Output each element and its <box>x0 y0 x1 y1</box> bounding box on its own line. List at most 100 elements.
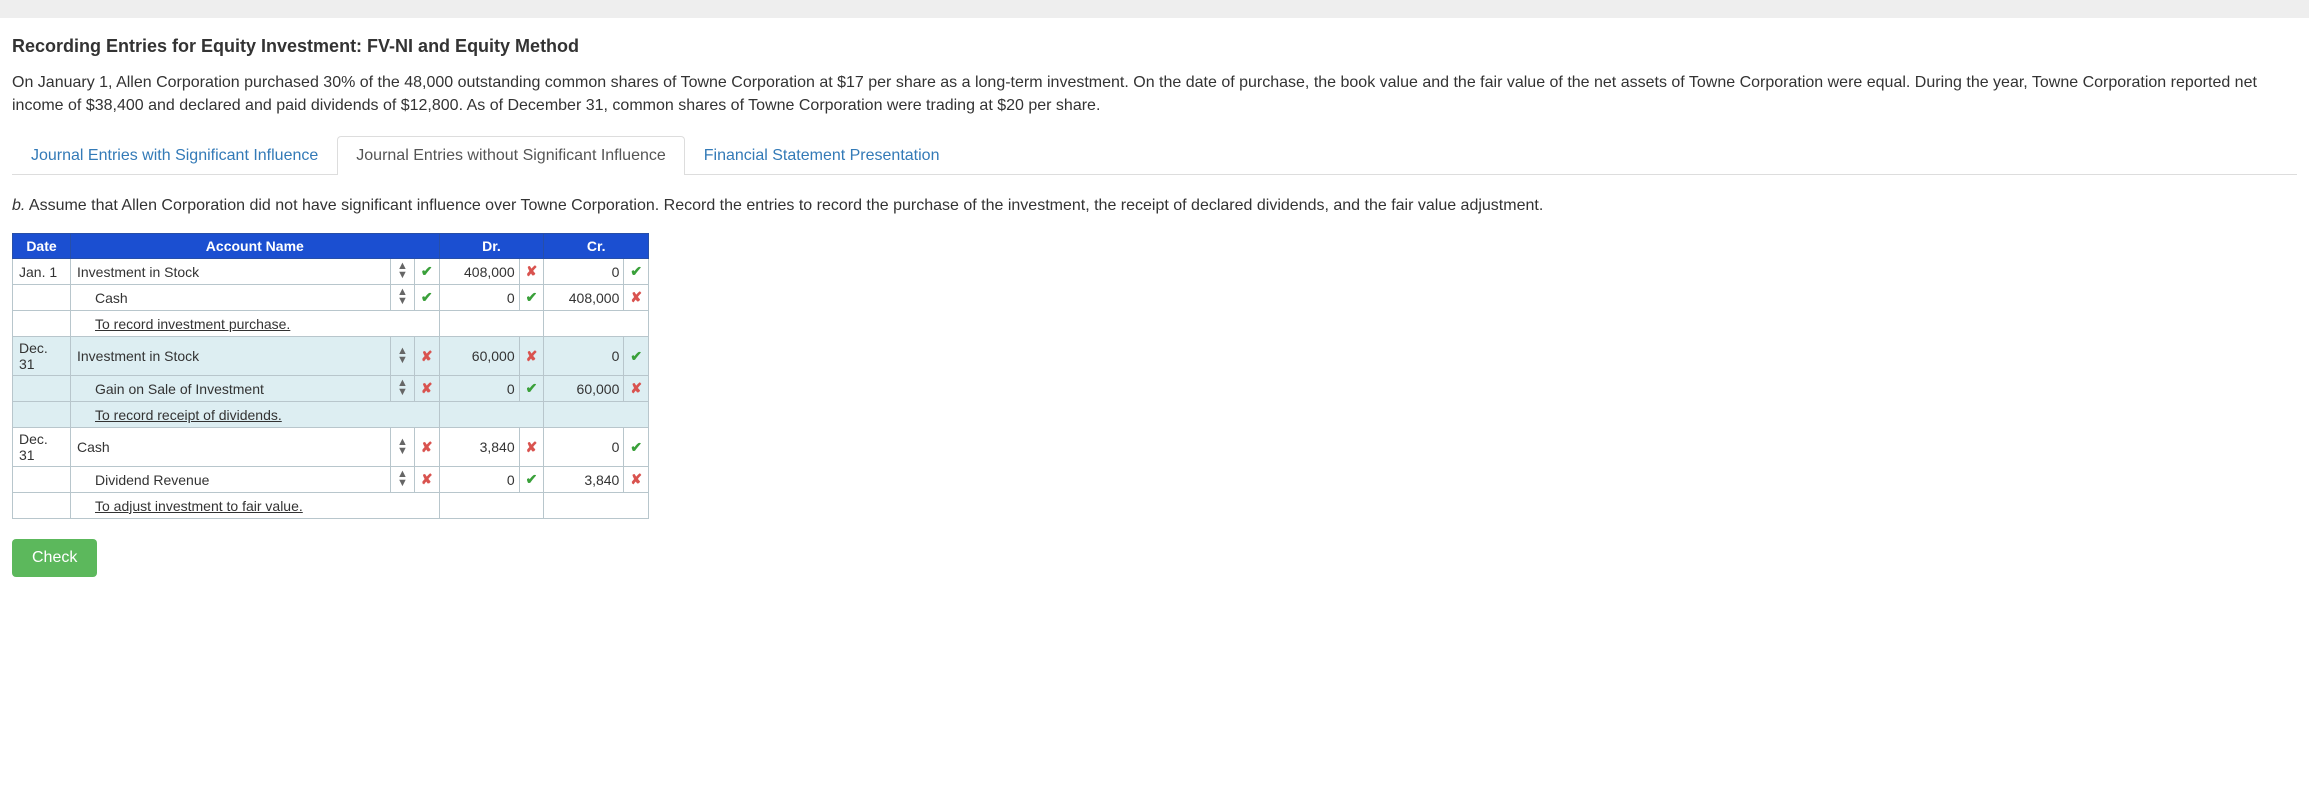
dr-mark: ✘ <box>519 337 544 376</box>
account-mark: ✘ <box>414 337 439 376</box>
dr-cell[interactable] <box>439 493 544 519</box>
account-cell[interactable]: Gain on Sale of Investment <box>71 376 391 402</box>
problem-description: On January 1, Allen Corporation purchase… <box>12 71 2297 117</box>
dr-cell[interactable]: 3,840 <box>439 428 519 467</box>
account-sort[interactable]: ▲▼ <box>391 428 415 467</box>
table-row: Cash ▲▼ ✔ 0 ✔ 408,000✘ <box>13 285 649 311</box>
account-mark: ✔ <box>414 259 439 285</box>
cross-icon: ✘ <box>526 263 538 279</box>
cr-cell[interactable]: 0 <box>544 428 624 467</box>
cr-mark: ✔ <box>624 428 649 467</box>
date-cell[interactable]: Dec. 31 <box>13 337 71 376</box>
dr-mark: ✔ <box>519 376 544 402</box>
tab-significant[interactable]: Journal Entries with Significant Influen… <box>12 136 337 175</box>
date-cell[interactable] <box>13 493 71 519</box>
col-date: Date <box>13 234 71 259</box>
dr-mark: ✘ <box>519 259 544 285</box>
account-sort[interactable]: ▲▼ <box>391 376 415 402</box>
page-title: Recording Entries for Equity Investment:… <box>12 36 2297 57</box>
table-row: To record receipt of dividends. <box>13 402 649 428</box>
dr-mark: ✔ <box>519 285 544 311</box>
date-cell[interactable] <box>13 285 71 311</box>
cr-cell[interactable]: 0 <box>544 259 624 285</box>
check-icon: ✔ <box>526 289 538 305</box>
table-row: Dec. 31Investment in Stock ▲▼ ✘ 60,000 ✘ 0 ✔ <box>13 337 649 376</box>
cr-cell[interactable]: 3,840 <box>544 467 624 493</box>
journal-table: Date Account Name Dr. Cr. Jan. 1Investme… <box>12 233 649 519</box>
cr-mark: ✔ <box>624 337 649 376</box>
date-cell[interactable] <box>13 402 71 428</box>
table-row: To adjust investment to fair value. <box>13 493 649 519</box>
top-grey-bar <box>0 0 2309 18</box>
cr-cell[interactable] <box>544 402 649 428</box>
account-mark: ✔ <box>414 285 439 311</box>
cr-cell[interactable]: 0 <box>544 337 624 376</box>
table-row: Gain on Sale of Investment ▲▼ ✘ 0 ✔ 60,000 ✘ <box>13 376 649 402</box>
cr-mark: ✘ <box>624 467 649 493</box>
check-icon: ✔ <box>630 263 642 279</box>
sort-icon[interactable]: ▲▼ <box>397 379 408 397</box>
account-cell[interactable]: Investment in Stock <box>71 337 391 376</box>
tab-without-significant[interactable]: Journal Entries without Significant Infl… <box>337 136 685 175</box>
cr-mark: ✘ <box>624 376 649 402</box>
cross-icon: ✘ <box>421 348 433 364</box>
cr-cell[interactable]: 60,000 <box>544 376 624 402</box>
cross-icon: ✘ <box>421 380 433 396</box>
account-mark: ✘ <box>414 428 439 467</box>
check-icon: ✔ <box>526 471 538 487</box>
cr-mark: ✔ <box>624 259 649 285</box>
account-mark: ✘ <box>414 376 439 402</box>
check-icon: ✔ <box>630 348 642 364</box>
check-icon: ✔ <box>421 289 433 305</box>
date-cell[interactable]: Dec. 31 <box>13 428 71 467</box>
sort-icon[interactable]: ▲▼ <box>397 262 408 280</box>
cr-mark: ✘ <box>624 285 649 311</box>
sort-icon[interactable]: ▲▼ <box>397 438 408 456</box>
date-cell[interactable] <box>13 467 71 493</box>
account-cell[interactable]: Cash <box>71 285 391 311</box>
cr-cell[interactable] <box>544 493 649 519</box>
account-sort[interactable]: ▲▼ <box>391 285 415 311</box>
memo-cell[interactable]: To record receipt of dividends. <box>71 402 440 428</box>
sort-icon[interactable]: ▲▼ <box>397 347 408 365</box>
cross-icon: ✘ <box>421 471 433 487</box>
cross-icon: ✘ <box>526 439 538 455</box>
dr-cell[interactable]: 0 <box>439 285 519 311</box>
dr-cell[interactable] <box>439 402 544 428</box>
dr-cell[interactable]: 60,000 <box>439 337 519 376</box>
check-icon: ✔ <box>526 380 538 396</box>
dr-mark: ✘ <box>519 428 544 467</box>
date-cell[interactable]: Jan. 1 <box>13 259 71 285</box>
cross-icon: ✘ <box>526 348 538 364</box>
cross-icon: ✘ <box>630 471 642 487</box>
col-account: Account Name <box>71 234 440 259</box>
part-letter: b. <box>12 197 25 214</box>
sort-icon[interactable]: ▲▼ <box>397 470 408 488</box>
sort-icon[interactable]: ▲▼ <box>397 288 408 306</box>
account-cell[interactable]: Dividend Revenue <box>71 467 391 493</box>
account-sort[interactable]: ▲▼ <box>391 337 415 376</box>
tabs: Journal Entries with Significant Influen… <box>12 135 2297 175</box>
date-cell[interactable] <box>13 311 71 337</box>
account-cell[interactable]: Cash <box>71 428 391 467</box>
memo-cell[interactable]: To adjust investment to fair value. <box>71 493 440 519</box>
cr-cell[interactable]: 408,000 <box>544 285 624 311</box>
cross-icon: ✘ <box>421 439 433 455</box>
check-icon: ✔ <box>630 439 642 455</box>
dr-cell[interactable] <box>439 311 544 337</box>
dr-cell[interactable]: 0 <box>439 467 519 493</box>
check-button[interactable]: Check <box>12 539 97 577</box>
tab-financial-presentation[interactable]: Financial Statement Presentation <box>685 136 959 175</box>
cross-icon: ✘ <box>630 380 642 396</box>
check-icon: ✔ <box>421 263 433 279</box>
dr-cell[interactable]: 408,000 <box>439 259 519 285</box>
table-row: Dec. 31Cash ▲▼ ✘ 3,840 ✘ 0 ✔ <box>13 428 649 467</box>
dr-cell[interactable]: 0 <box>439 376 519 402</box>
cr-cell[interactable] <box>544 311 649 337</box>
account-cell[interactable]: Investment in Stock <box>71 259 391 285</box>
table-row: To record investment purchase. <box>13 311 649 337</box>
date-cell[interactable] <box>13 376 71 402</box>
account-sort[interactable]: ▲▼ <box>391 467 415 493</box>
memo-cell[interactable]: To record investment purchase. <box>71 311 440 337</box>
account-sort[interactable]: ▲▼ <box>391 259 415 285</box>
